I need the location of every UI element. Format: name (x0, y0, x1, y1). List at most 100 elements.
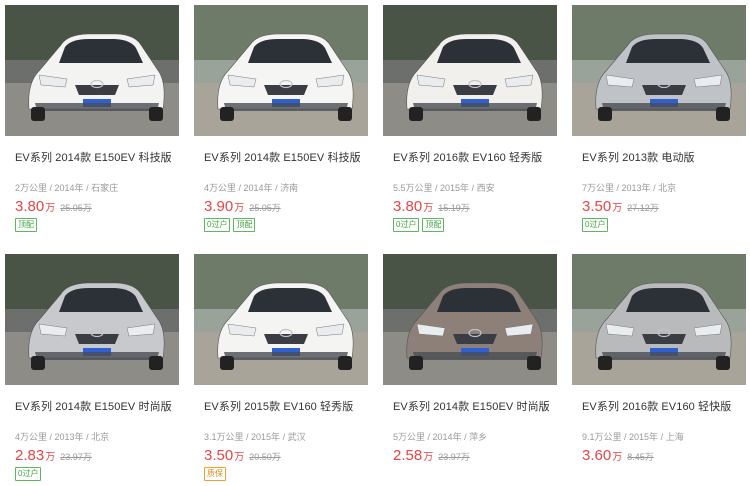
year: 2014年 (432, 432, 462, 442)
city: 萍乡 (469, 432, 488, 442)
car-photo[interactable] (383, 5, 557, 136)
original-price: 23.97万 (60, 452, 92, 462)
mileage: 9.1万公里 (582, 432, 622, 442)
price-row: 3.80 万 15.19万 (393, 198, 470, 216)
year: 2013年 (54, 432, 84, 442)
car-listing-card-3[interactable]: EV系列 2016款 EV160 轻秀版 5.5万公里 / 2015年 / 西安… (383, 5, 557, 237)
car-photo[interactable] (194, 5, 368, 136)
mileage: 5万公里 (393, 432, 426, 442)
listing-meta: 4万公里 / 2013年 / 北京 (15, 430, 175, 443)
listing-title[interactable]: EV系列 2014款 E150EV 时尚版 (393, 398, 553, 414)
listing-tag: 质保 (204, 467, 226, 481)
sale-price: 3.80 (393, 198, 423, 215)
car-photo[interactable] (5, 5, 179, 136)
listing-grid: EV系列 2014款 E150EV 科技版 2万公里 / 2014年 / 石家庄… (0, 0, 750, 486)
listing-meta: 5万公里 / 2014年 / 萍乡 (393, 430, 553, 443)
listing-title[interactable]: EV系列 2014款 E150EV 科技版 (204, 149, 364, 165)
price-unit: 万 (612, 203, 623, 214)
tag-list: 质保 (204, 467, 226, 481)
original-price: 20.50万 (249, 452, 281, 462)
meta-sep-1: / (432, 183, 441, 193)
listing-title[interactable]: EV系列 2016款 EV160 轻秀版 (393, 149, 553, 165)
year: 2013年 (621, 183, 651, 193)
listing-meta: 3.1万公里 / 2015年 / 武汉 (204, 430, 364, 443)
price-row: 2.58 万 23.97万 (393, 447, 470, 465)
city: 北京 (91, 432, 110, 442)
city: 石家庄 (91, 183, 119, 193)
tag-list: 0过户 (582, 218, 609, 232)
price-row: 2.83 万 23.97万 (15, 447, 92, 465)
car-listing-card-8[interactable]: EV系列 2016款 EV160 轻快版 9.1万公里 / 2015年 / 上海… (572, 254, 746, 486)
original-price: 25.05万 (249, 203, 281, 213)
meta-sep-1: / (47, 432, 55, 442)
meta-sep-1: / (425, 432, 433, 442)
sale-price: 3.80 (15, 198, 45, 215)
listing-title[interactable]: EV系列 2014款 E150EV 科技版 (15, 149, 175, 165)
car-photo[interactable] (383, 254, 557, 385)
price-row: 3.60 万 8.45万 (582, 447, 654, 465)
meta-sep-2: / (658, 432, 666, 442)
price-unit: 万 (423, 452, 434, 463)
year: 2015年 (251, 432, 281, 442)
listing-meta: 9.1万公里 / 2015年 / 上海 (582, 430, 742, 443)
car-photo[interactable] (572, 254, 746, 385)
year: 2015年 (440, 183, 470, 193)
car-listing-card-6[interactable]: EV系列 2015款 EV160 轻秀版 3.1万公里 / 2015年 / 武汉… (194, 254, 368, 486)
year: 2015年 (629, 432, 659, 442)
price-row: 3.50 万 27.12万 (582, 198, 659, 216)
price-unit: 万 (612, 452, 623, 463)
listing-title[interactable]: EV系列 2016款 EV160 轻快版 (582, 398, 742, 414)
car-listing-card-1[interactable]: EV系列 2014款 E150EV 科技版 2万公里 / 2014年 / 石家庄… (5, 5, 179, 237)
car-photo[interactable] (194, 254, 368, 385)
mileage: 5.5万公里 (393, 183, 433, 193)
sale-price: 2.83 (15, 447, 45, 464)
original-price: 27.12万 (627, 203, 659, 213)
tag-list: 0过户 顶配 (393, 218, 445, 232)
price-row: 3.80 万 25.05万 (15, 198, 92, 216)
listing-meta: 7万公里 / 2013年 / 北京 (582, 181, 742, 194)
car-listing-card-4[interactable]: EV系列 2013款 电动版 7万公里 / 2013年 / 北京 3.50 万 … (572, 5, 746, 237)
mileage: 4万公里 (15, 432, 48, 442)
meta-sep-2: / (469, 183, 477, 193)
meta-sep-1: / (621, 432, 630, 442)
tag-list: 0过户 顶配 (204, 218, 256, 232)
year: 2014年 (54, 183, 84, 193)
car-photo[interactable] (5, 254, 179, 385)
meta-sep-2: / (83, 432, 92, 442)
car-listing-card-2[interactable]: EV系列 2014款 E150EV 科技版 4万公里 / 2014年 / 济南 … (194, 5, 368, 237)
price-row: 3.90 万 25.05万 (204, 198, 281, 216)
listing-title[interactable]: EV系列 2015款 EV160 轻秀版 (204, 398, 364, 414)
sale-price: 2.58 (393, 447, 423, 464)
listing-tag: 0过户 (15, 467, 42, 481)
mileage: 2万公里 (15, 183, 48, 193)
car-listing-card-7[interactable]: EV系列 2014款 E150EV 时尚版 5万公里 / 2014年 / 萍乡 … (383, 254, 557, 486)
meta-sep-1: / (614, 183, 622, 193)
listing-tag: 0过户 (393, 218, 420, 232)
listing-meta: 2万公里 / 2014年 / 石家庄 (15, 181, 175, 194)
price-unit: 万 (45, 452, 56, 463)
meta-sep-2: / (83, 183, 92, 193)
listing-meta: 4万公里 / 2014年 / 济南 (204, 181, 364, 194)
listing-tag: 顶配 (233, 218, 256, 232)
meta-sep-1: / (47, 183, 55, 193)
listing-tag: 0过户 (582, 218, 609, 232)
listing-title[interactable]: EV系列 2014款 E150EV 时尚版 (15, 398, 175, 414)
price-unit: 万 (423, 203, 434, 214)
sale-price: 3.50 (582, 198, 612, 215)
tag-list: 顶配 (15, 218, 37, 232)
original-price: 15.19万 (438, 203, 470, 213)
car-photo[interactable] (572, 5, 746, 136)
mileage: 3.1万公里 (204, 432, 244, 442)
meta-sep-2: / (461, 432, 470, 442)
city: 北京 (658, 183, 677, 193)
original-price: 8.45万 (627, 452, 654, 462)
car-listing-card-5[interactable]: EV系列 2014款 E150EV 时尚版 4万公里 / 2013年 / 北京 … (5, 254, 179, 486)
listing-tag: 顶配 (422, 218, 445, 232)
city: 济南 (280, 183, 299, 193)
listing-tag: 0过户 (204, 218, 231, 232)
listing-title[interactable]: EV系列 2013款 电动版 (582, 149, 742, 165)
meta-sep-2: / (650, 183, 659, 193)
sale-price: 3.50 (204, 447, 234, 464)
city: 西安 (476, 183, 495, 193)
original-price: 23.97万 (438, 452, 470, 462)
